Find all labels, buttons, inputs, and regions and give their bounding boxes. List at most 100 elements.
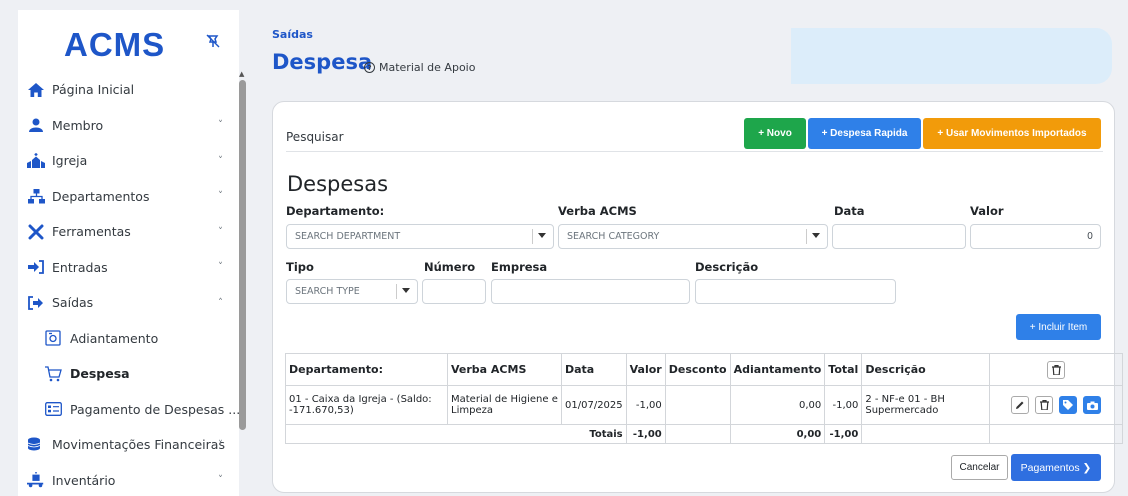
pagamentos-button[interactable]: Pagamentos ❯	[1011, 454, 1101, 481]
usar-movimentos-importados-button[interactable]: + Usar Movimentos Importados	[923, 118, 1101, 149]
cell-adiantamento: 0,00	[729, 385, 826, 425]
chevron-down-icon: ˅	[218, 226, 223, 238]
category-select[interactable]: SEARCH CATEGORY	[558, 224, 828, 249]
sign-in-icon	[27, 259, 45, 275]
column-header: Data	[561, 353, 627, 386]
camera-box-icon	[44, 330, 62, 346]
sidebar-scrollbar[interactable]	[239, 80, 246, 430]
camera-button[interactable]	[1083, 396, 1102, 414]
divider	[286, 151, 1103, 152]
totals-total: -1,00	[824, 424, 863, 444]
select-divider	[806, 229, 807, 244]
pencil-icon	[1016, 401, 1024, 409]
column-header: Total	[824, 353, 863, 386]
sidebar-item-despesa[interactable]: Despesa	[18, 356, 229, 392]
valor-label: Valor	[970, 204, 1004, 218]
cell-descricao: 2 - NF-e 01 - BH Supermercado	[861, 385, 991, 425]
edit-button[interactable]	[1011, 396, 1030, 414]
sidebar-item-label: Departamentos	[52, 188, 150, 204]
incluir-item-button[interactable]: + Incluir Item	[1016, 314, 1101, 340]
chevron-down-icon: ˅	[218, 261, 223, 273]
valor-input[interactable]: 0	[970, 224, 1101, 249]
numero-label: Número	[424, 260, 476, 274]
sidebar-item-label: Pagamento de Despesas ...	[70, 401, 241, 417]
column-header: Verba ACMS	[447, 353, 562, 386]
church-icon	[27, 153, 45, 169]
sidebar-item-entradas[interactable]: Entradas ˅	[18, 250, 229, 286]
caret-down-icon	[402, 288, 410, 293]
row-actions	[989, 385, 1124, 425]
help-link[interactable]: ? Material de Apoio	[364, 61, 475, 74]
app-logo[interactable]: ACMS	[64, 26, 165, 64]
sidebar-item-pagina-inicial[interactable]: Página Inicial	[18, 72, 229, 108]
expense-table: Departamento: Verba ACMS Data Valor Desc…	[285, 353, 1124, 444]
cell-desconto	[664, 385, 731, 425]
sidebar-item-membro[interactable]: Membro ˅	[18, 108, 229, 144]
user-icon	[27, 117, 45, 133]
caret-down-icon	[538, 233, 546, 238]
department-select[interactable]: SEARCH DEPARTMENT	[286, 224, 554, 249]
camera-icon	[1086, 401, 1098, 410]
pin-icon[interactable]	[206, 34, 220, 48]
sidebar-item-label: Ferramentas	[52, 224, 131, 240]
sidebar-item-label: Página Inicial	[52, 82, 135, 98]
sidebar-item-label: Entradas	[52, 259, 108, 275]
chevron-up-icon: ˄	[218, 297, 223, 309]
cell-data: 01/07/2025	[561, 385, 627, 425]
date-input[interactable]	[832, 224, 966, 249]
numero-input[interactable]	[422, 279, 486, 304]
trash-icon	[1039, 400, 1049, 410]
chevron-down-icon: ˅	[218, 155, 223, 167]
table-header-row: Departamento: Verba ACMS Data Valor Desc…	[285, 353, 1124, 386]
totals-label: Totais	[285, 424, 627, 444]
sidebar-item-movimentacoes[interactable]: Movimentações Financeiras ˅	[18, 427, 229, 463]
column-header: Desconto	[664, 353, 731, 386]
sidebar-item-adiantamento[interactable]: Adiantamento	[18, 321, 229, 357]
totals-adiantamento: 0,00	[729, 424, 826, 444]
chevron-down-icon: ˅	[218, 474, 223, 486]
novo-button[interactable]: + Novo	[744, 118, 806, 149]
totals-actions	[989, 424, 1124, 444]
column-header: Valor	[625, 353, 666, 386]
totals-descricao	[861, 424, 991, 444]
column-header: Descrição	[861, 353, 991, 386]
cancel-button[interactable]: Cancelar	[951, 455, 1008, 480]
sidebar-item-saidas[interactable]: Saídas ˄	[18, 285, 229, 321]
dolly-icon	[27, 472, 45, 488]
scroll-up-arrow[interactable]: ▲	[239, 70, 244, 78]
sidebar-item-igreja[interactable]: Igreja ˅	[18, 143, 229, 179]
column-header: Adiantamento	[729, 353, 826, 386]
sidebar-nav: Página Inicial Membro ˅ Igreja ˅ Departa…	[18, 72, 240, 496]
sidebar: ACMS ▲ Página Inicial Membro ˅ Igreja ˅	[18, 10, 246, 496]
delete-all-button[interactable]	[1047, 360, 1066, 379]
tag-button[interactable]	[1059, 396, 1078, 414]
delete-button[interactable]	[1035, 396, 1054, 414]
sidebar-item-label: Inventário	[52, 472, 116, 488]
type-select[interactable]: SEARCH TYPE	[286, 279, 418, 304]
descricao-input[interactable]	[695, 279, 896, 304]
verba-label: Verba ACMS	[558, 204, 637, 218]
chevron-down-icon: ˅	[218, 439, 223, 451]
breadcrumb[interactable]: Saídas	[272, 28, 313, 41]
trash-icon	[1051, 364, 1061, 375]
totals-desconto	[664, 424, 731, 444]
sidebar-item-inventario[interactable]: Inventário ˅	[18, 463, 229, 496]
sidebar-item-label: Igreja	[52, 153, 88, 169]
sign-out-icon	[27, 295, 45, 311]
info-banner	[791, 28, 1112, 84]
cell-total: -1,00	[824, 385, 863, 425]
search-tab[interactable]: Pesquisar	[286, 130, 344, 144]
totals-valor: -1,00	[625, 424, 666, 444]
sidebar-item-label: Despesa	[70, 366, 130, 382]
tools-icon	[27, 224, 45, 240]
sidebar-item-pagamento-despesas[interactable]: Pagamento de Despesas ...	[18, 392, 240, 428]
despesa-rapida-button[interactable]: + Despesa Rapida	[808, 118, 921, 149]
home-icon	[27, 82, 45, 98]
sidebar-item-ferramentas[interactable]: Ferramentas ˅	[18, 214, 229, 250]
help-link-label: Material de Apoio	[379, 61, 476, 74]
empresa-input[interactable]	[491, 279, 690, 304]
cell-verba: Material de Higiene e Limpeza	[447, 385, 562, 425]
sidebar-item-departamentos[interactable]: Departamentos ˅	[18, 179, 229, 215]
totals-row: Totais -1,00 0,00 -1,00	[285, 424, 1124, 444]
section-heading: Despesas	[287, 172, 389, 196]
